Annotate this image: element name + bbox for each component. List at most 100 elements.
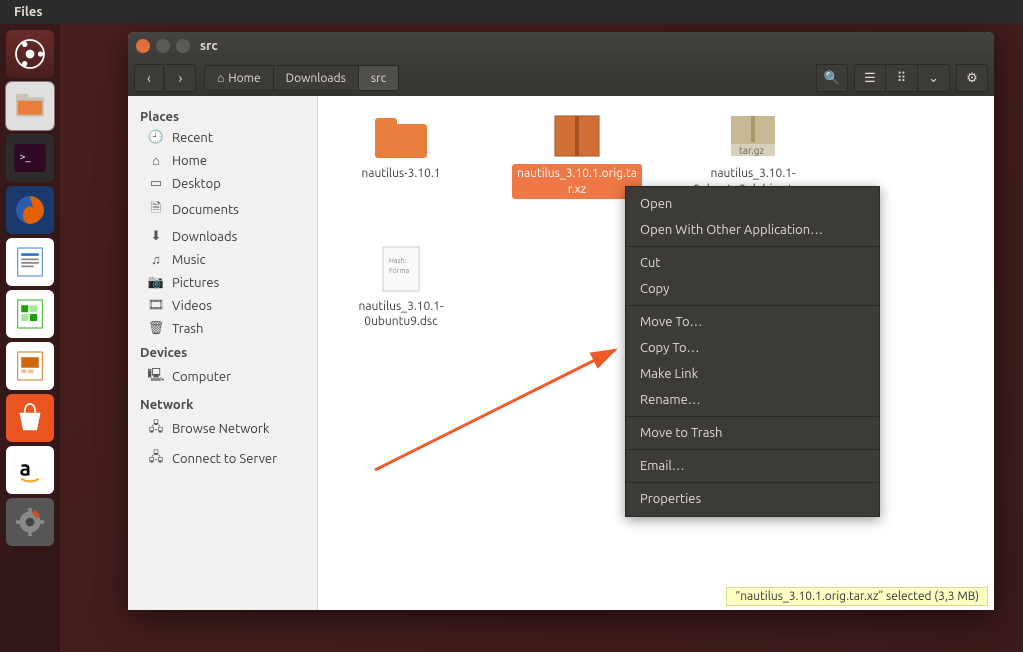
- file-label: nautilus_3.10.1-0ubuntu9.dsc: [336, 297, 466, 332]
- menu-item-open-with-other-application[interactable]: Open With Other Application…: [626, 217, 879, 243]
- menu-item-make-link[interactable]: Make Link: [626, 361, 879, 387]
- forward-button[interactable]: ›: [166, 64, 196, 92]
- grid-icon: ⠿: [897, 71, 907, 86]
- window-titlebar[interactable]: src: [128, 32, 994, 60]
- sidebar-icon: 🖧: [148, 448, 164, 470]
- file-icon: [545, 108, 609, 164]
- sidebar-item-browse-network[interactable]: 🖧Browse Network: [128, 414, 317, 444]
- close-button[interactable]: [136, 39, 150, 53]
- launcher-software[interactable]: [6, 394, 54, 442]
- launcher-terminal[interactable]: >_: [6, 134, 54, 182]
- sidebar-item-label: Pictures: [172, 276, 219, 290]
- sidebar-icon: ♫: [148, 252, 164, 267]
- svg-text:Forma: Forma: [389, 267, 409, 275]
- sidebar-item-label: Music: [172, 253, 206, 267]
- sidebar-icon: 🗑: [148, 321, 164, 336]
- menu-item-move-to[interactable]: Move To…: [626, 309, 879, 335]
- file-item[interactable]: nautilus-3.10.1: [336, 108, 466, 215]
- menu-item-email[interactable]: Email…: [626, 453, 879, 479]
- sidebar-heading: Devices: [128, 340, 317, 362]
- sidebar-item-videos[interactable]: 🎞 Videos: [128, 294, 317, 317]
- launcher-impress[interactable]: [6, 342, 54, 390]
- sidebar-item-recent[interactable]: 🕘Recent: [128, 126, 317, 149]
- sidebar-icon: 🗎: [148, 199, 164, 221]
- sidebar-icon: ▭: [148, 176, 164, 191]
- minimize-button[interactable]: [156, 39, 170, 53]
- top-menubar: Files: [0, 0, 1023, 24]
- sidebar-icon: ⬇: [148, 229, 164, 244]
- sidebar-item-label: Downloads: [172, 230, 237, 244]
- launcher-calc[interactable]: [6, 290, 54, 338]
- sidebar-item-downloads[interactable]: ⬇ Downloads: [128, 225, 317, 248]
- menu-separator: [626, 246, 879, 247]
- sidebar-item-desktop[interactable]: ▭ Desktop: [128, 172, 317, 195]
- launcher-writer[interactable]: [6, 238, 54, 286]
- back-button[interactable]: ‹: [134, 64, 164, 92]
- sidebar-icon: 🕘: [148, 130, 164, 145]
- chevron-down-icon: ⌄: [928, 71, 939, 86]
- menu-item-copy[interactable]: Copy: [626, 276, 879, 302]
- sidebar-item-music[interactable]: ♫ Music: [128, 248, 317, 271]
- launcher-settings[interactable]: [6, 498, 54, 546]
- sidebar-item-label: Videos: [172, 299, 212, 313]
- grid-view-button[interactable]: ⠿: [886, 64, 918, 92]
- file-label: nautilus-3.10.1: [357, 164, 444, 184]
- menu-separator: [626, 482, 879, 483]
- menu-item-cut[interactable]: Cut: [626, 250, 879, 276]
- file-label: nautilus_3.10.1.orig.tar.xz: [512, 164, 642, 199]
- file-icon: tar.gz: [721, 108, 785, 164]
- svg-text:Hash:: Hash:: [389, 257, 407, 265]
- file-icon: Hash: Forma: [369, 241, 433, 297]
- toolbar: ‹ › ⌂Home Downloads src 🔍 ☰ ⠿ ⌄ ⚙: [128, 60, 994, 96]
- list-view-button[interactable]: ☰: [854, 64, 886, 92]
- launcher-amazon[interactable]: a: [6, 446, 54, 494]
- launcher-dash[interactable]: [6, 30, 54, 78]
- breadcrumb: ⌂Home Downloads src: [204, 65, 399, 91]
- window-title: src: [200, 39, 218, 53]
- svg-text:tar.gz: tar.gz: [739, 145, 765, 156]
- menu-item-open[interactable]: Open: [626, 191, 879, 217]
- sidebar-item-label: Computer: [172, 370, 231, 384]
- maximize-button[interactable]: [176, 39, 190, 53]
- file-item[interactable]: nautilus_3.10.1.orig.tar.xz: [512, 108, 642, 215]
- menu-separator: [626, 449, 879, 450]
- launcher-firefox[interactable]: [6, 186, 54, 234]
- sidebar-icon: 📷: [148, 275, 164, 290]
- menu-separator: [626, 416, 879, 417]
- context-menu: OpenOpen With Other Application… CutCopy M…: [625, 186, 880, 517]
- sidebar-item-label: Desktop: [172, 177, 221, 191]
- settings-button[interactable]: ⚙: [956, 64, 988, 92]
- search-icon: 🔍: [824, 71, 840, 86]
- launcher-files[interactable]: [6, 82, 54, 130]
- sidebar-item-documents[interactable]: 🗎 Documents: [128, 195, 317, 225]
- sidebar-item-label: Home: [172, 154, 207, 168]
- path-home[interactable]: ⌂Home: [204, 65, 274, 91]
- menu-item-rename[interactable]: Rename…: [626, 387, 879, 413]
- svg-text:>_: >_: [20, 150, 32, 162]
- menu-item-move-to-trash[interactable]: Move to Trash: [626, 420, 879, 446]
- file-icon: [369, 108, 433, 164]
- file-item[interactable]: Hash: Forma nautilus_3.10.1-0ubuntu9.dsc: [336, 241, 466, 332]
- view-options-button[interactable]: ⌄: [918, 64, 950, 92]
- sidebar-item-label: Documents: [172, 203, 239, 217]
- menu-item-copy-to[interactable]: Copy To…: [626, 335, 879, 361]
- menu-item-properties[interactable]: Properties: [626, 486, 879, 512]
- sidebar-heading: Places: [128, 104, 317, 126]
- sidebar-item-trash[interactable]: 🗑 Trash: [128, 317, 317, 340]
- sidebar-item-home[interactable]: ⌂ Home: [128, 149, 317, 172]
- sidebar-item-connect-to-server[interactable]: 🖧Connect to Server: [128, 444, 317, 474]
- search-button[interactable]: 🔍: [816, 64, 848, 92]
- sidebar-icon: ⌂: [148, 153, 164, 168]
- app-name: Files: [8, 5, 48, 19]
- sidebar-item-label: Trash: [172, 322, 203, 336]
- sidebar-item-computer[interactable]: 🖳Computer: [128, 362, 317, 392]
- sidebar: Places🕘Recent ⌂ Home ▭ Desktop 🗎 Documents ⬇ Dow…: [128, 96, 318, 610]
- path-src[interactable]: src: [359, 65, 399, 91]
- path-downloads[interactable]: Downloads: [274, 65, 359, 91]
- svg-text:a: a: [20, 455, 31, 479]
- gear-icon: ⚙: [966, 71, 978, 86]
- sidebar-item-pictures[interactable]: 📷 Pictures: [128, 271, 317, 294]
- list-icon: ☰: [864, 71, 876, 86]
- unity-launcher: >_ a: [0, 24, 60, 652]
- sidebar-icon: 🎞: [148, 298, 164, 313]
